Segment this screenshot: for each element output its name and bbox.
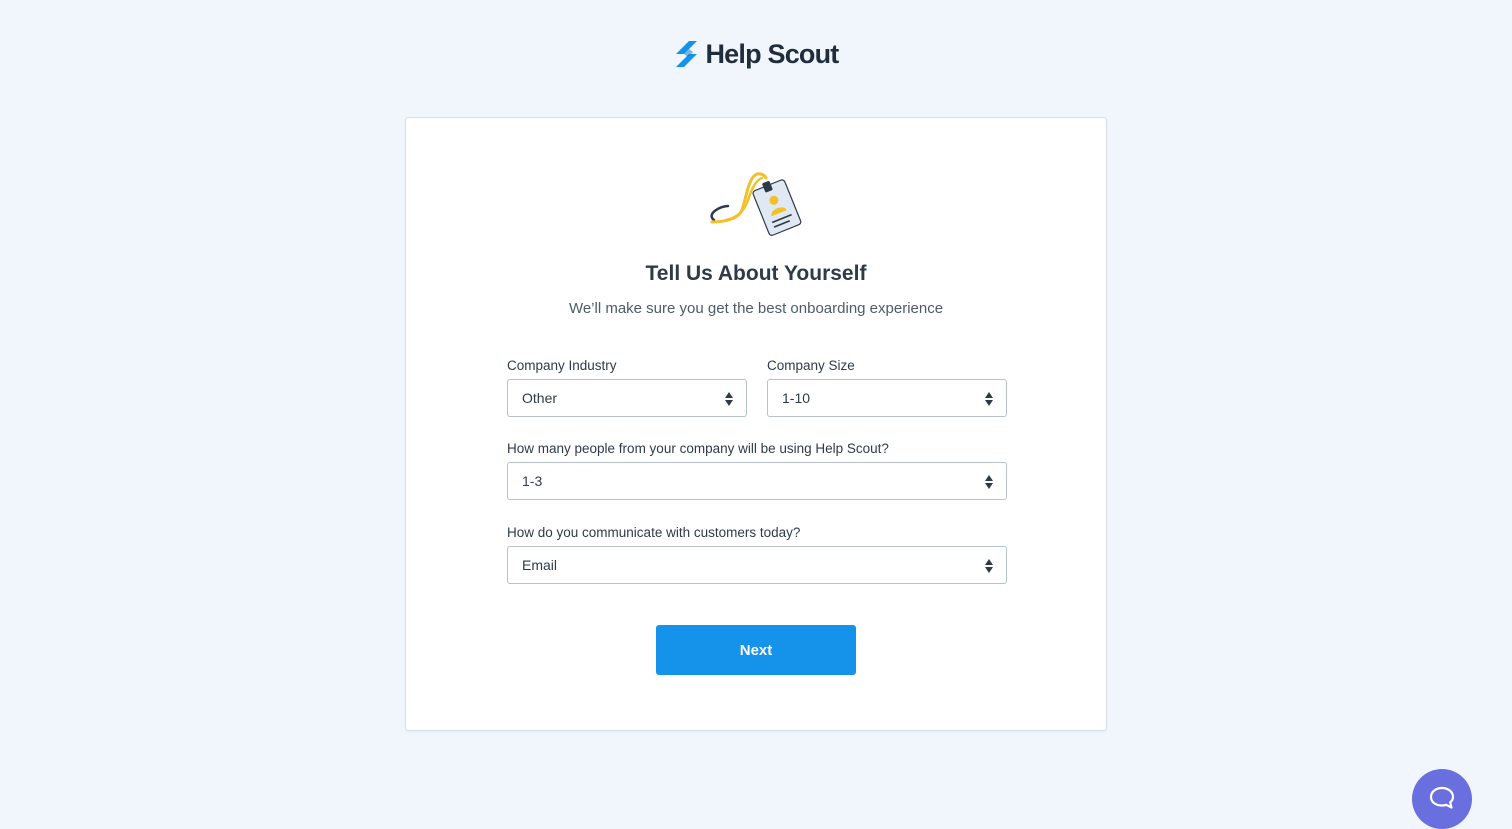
help-scout-logo-icon — [676, 41, 698, 67]
communication-channel-label: How do you communicate with customers to… — [507, 525, 801, 540]
logo-wordmark: Help Scout — [705, 38, 839, 69]
page-title: Tell Us About Yourself — [645, 262, 867, 285]
users-count-label: How many people from your company will b… — [507, 441, 889, 456]
select-arrows-icon — [725, 392, 733, 406]
company-size-select[interactable]: 1-10 — [767, 379, 1007, 417]
company-size-value: 1-10 — [782, 390, 811, 406]
company-industry-select[interactable]: Other — [507, 379, 747, 417]
help-scout-logo: Help Scout — [0, 38, 1512, 70]
users-count-value: 1-3 — [522, 473, 543, 489]
company-industry-label: Company Industry — [507, 358, 617, 373]
company-size-label: Company Size — [767, 358, 855, 373]
select-arrows-icon — [985, 559, 993, 573]
select-arrows-icon — [985, 475, 993, 489]
onboarding-card: Tell Us About Yourself We’ll make sure y… — [405, 117, 1107, 731]
next-button[interactable]: Next — [656, 625, 856, 675]
help-beacon-button[interactable] — [1412, 769, 1472, 829]
communication-channel-select[interactable]: Email — [507, 546, 1007, 584]
communication-channel-value: Email — [522, 557, 558, 573]
select-arrows-icon — [985, 392, 993, 406]
id-badge-illustration — [710, 172, 802, 236]
chat-bubble-icon — [1429, 786, 1455, 809]
company-industry-value: Other — [522, 390, 558, 406]
users-count-select[interactable]: 1-3 — [507, 462, 1007, 500]
page-subtitle: We’ll make sure you get the best onboard… — [568, 300, 944, 317]
